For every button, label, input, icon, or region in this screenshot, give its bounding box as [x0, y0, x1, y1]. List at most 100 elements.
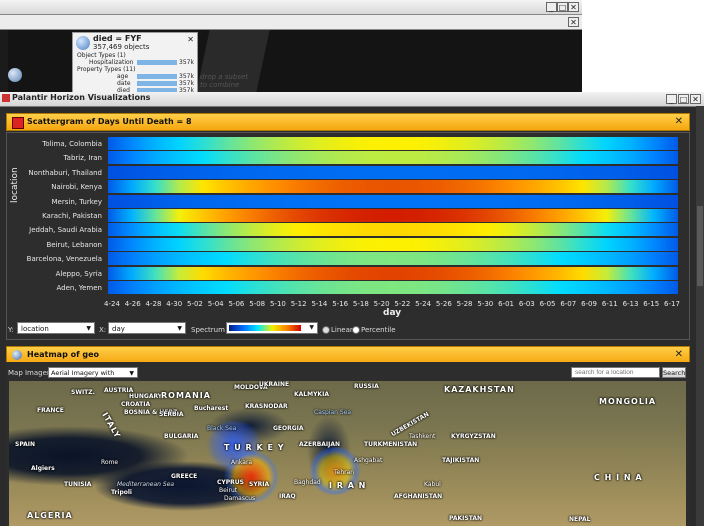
- y-axis-select[interactable]: location ▼: [17, 322, 95, 334]
- count-bar: [137, 74, 177, 79]
- object-set-title: died = FYF: [93, 34, 142, 43]
- map-label: Kabul: [424, 481, 441, 488]
- map-label: MONGOLIA: [599, 397, 657, 406]
- percentile-label: Percentile: [361, 326, 396, 334]
- map-label: Algiers: [31, 465, 55, 472]
- map-label: SERBIA: [159, 411, 184, 418]
- map-label: KALMYKIA: [294, 391, 329, 398]
- map-label: Caspian Sea: [314, 409, 352, 416]
- maximize-icon[interactable]: □: [678, 94, 689, 104]
- map-label: Mediterranean Sea: [117, 481, 175, 488]
- row-label: age: [117, 73, 129, 80]
- map-label: SYRIA: [249, 481, 270, 488]
- globe-icon[interactable]: [8, 68, 22, 82]
- day-tick-label: 6-17: [664, 300, 680, 308]
- row-value: 357k: [179, 80, 194, 87]
- count-bar: [137, 60, 177, 65]
- close-icon[interactable]: ✕: [187, 35, 194, 44]
- map-label: C H I N A: [594, 473, 643, 482]
- linear-label: Linear: [331, 326, 353, 334]
- visualizations-window-titlebar: Palantir Horizon Visualizations _ □ ✕: [0, 92, 704, 107]
- row-value: 357k: [179, 73, 194, 80]
- search-button[interactable]: Search: [662, 367, 686, 378]
- map-label: GEORGIA: [273, 425, 304, 432]
- x-axis-select-value: day: [112, 325, 125, 333]
- section-label: Object Types (1): [77, 52, 126, 59]
- map-label: AFGHANISTAN: [394, 493, 443, 500]
- map-label: PAKISTAN: [449, 515, 482, 522]
- close-icon[interactable]: ✕: [568, 2, 579, 12]
- map-label: Tehran: [334, 469, 355, 476]
- map-label: GREECE: [171, 473, 198, 480]
- window-title: Palantir Horizon Visualizations: [12, 93, 151, 102]
- location-tick-label: Aleppo, Syria: [55, 269, 102, 278]
- heat-row[interactable]: [108, 151, 678, 165]
- map-label: BULGARIA: [164, 433, 199, 440]
- y-axis-label: location: [10, 167, 20, 203]
- heat-row[interactable]: [108, 223, 678, 237]
- heat-row[interactable]: [108, 252, 678, 266]
- location-search-input[interactable]: [571, 367, 660, 378]
- map-label: Damascus: [224, 495, 256, 502]
- object-set-count: 357,469 objects: [93, 43, 150, 51]
- minimize-icon[interactable]: _: [546, 2, 557, 12]
- map-label: ROMANIA: [161, 391, 211, 400]
- scrollbar-thumb[interactable]: [697, 206, 703, 286]
- heat-row[interactable]: [108, 209, 678, 222]
- location-tick-label: Nairobi, Kenya: [51, 183, 102, 192]
- heat-row[interactable]: [108, 266, 678, 280]
- row-label: date: [117, 80, 131, 87]
- background-window-titlebar: _ □ ✕: [0, 0, 582, 15]
- y-selector-label: Y:: [8, 326, 14, 334]
- y-axis-select-value: location: [21, 325, 49, 333]
- heat-row[interactable]: [108, 165, 678, 179]
- close-icon[interactable]: ✕: [568, 17, 579, 27]
- app-icon: [2, 94, 10, 102]
- heat-row[interactable]: [108, 237, 678, 251]
- close-icon[interactable]: ✕: [675, 116, 683, 127]
- window-scrollbar[interactable]: [696, 106, 704, 526]
- linear-radio[interactable]: [322, 326, 330, 334]
- percentile-radio[interactable]: [352, 326, 360, 334]
- scattergram-grid[interactable]: [108, 137, 678, 295]
- map-label: KAZAKHSTAN: [444, 385, 515, 394]
- location-tick-label: Karachi, Pakistan: [42, 212, 102, 220]
- close-icon[interactable]: ✕: [690, 94, 701, 104]
- maximize-icon[interactable]: □: [557, 2, 568, 12]
- heat-row[interactable]: [108, 194, 678, 208]
- map-label: T U R K E Y: [224, 443, 285, 452]
- x-axis-select[interactable]: day ▼: [108, 322, 186, 334]
- close-icon[interactable]: ✕: [675, 349, 683, 360]
- map-imagery-select[interactable]: Aerial Imagery with Labels ▼: [48, 367, 138, 388]
- scattergram-panel-header[interactable]: Scattergram of Days Until Death = 8 ✕: [6, 113, 690, 131]
- row-label: Hospitalization: [89, 59, 134, 66]
- chevron-down-icon: ▼: [129, 370, 134, 377]
- map-label: AZERBAIJAN: [299, 441, 341, 448]
- map-label: Beirut: [219, 487, 238, 494]
- map-label: CROATIA: [121, 401, 151, 408]
- spectrum-select[interactable]: ▼: [226, 322, 318, 334]
- map-label: Bucharest: [194, 405, 229, 412]
- map-label: KYRGYZSTAN: [451, 433, 496, 440]
- object-set-card[interactable]: died = FYF 357,469 objects ✕ Object Type…: [72, 32, 198, 94]
- map-label: I R A N: [329, 481, 367, 490]
- map-label: CYPRUS: [217, 479, 244, 486]
- location-tick-label: Tolima, Colombia: [42, 140, 102, 148]
- heat-row[interactable]: [108, 281, 678, 294]
- map-label: UKRAINE: [259, 381, 290, 388]
- chevron-down-icon: ▼: [177, 325, 182, 332]
- chevron-down-icon: ▼: [309, 324, 314, 331]
- map-label: Tripoli: [111, 489, 132, 496]
- map-label: Ashgabat: [354, 457, 383, 464]
- map-label: NEPAL: [569, 516, 591, 523]
- globe-icon: [76, 36, 90, 50]
- map-label: RUSSIA: [354, 383, 379, 390]
- heat-row[interactable]: [108, 180, 678, 194]
- heat-row[interactable]: [108, 137, 678, 150]
- heatmap-map[interactable]: FRANCE SWITZ. AUSTRIA HUNGARY ROMANIA MO…: [9, 381, 686, 526]
- minimize-icon[interactable]: _: [666, 94, 677, 104]
- chevron-down-icon: ▼: [86, 325, 91, 332]
- row-value: 357k: [179, 59, 194, 66]
- background-window: _ □ ✕ ✕ died = FYF 357,469 objects ✕ Obj…: [0, 0, 582, 94]
- map-label: ITALY: [100, 410, 123, 441]
